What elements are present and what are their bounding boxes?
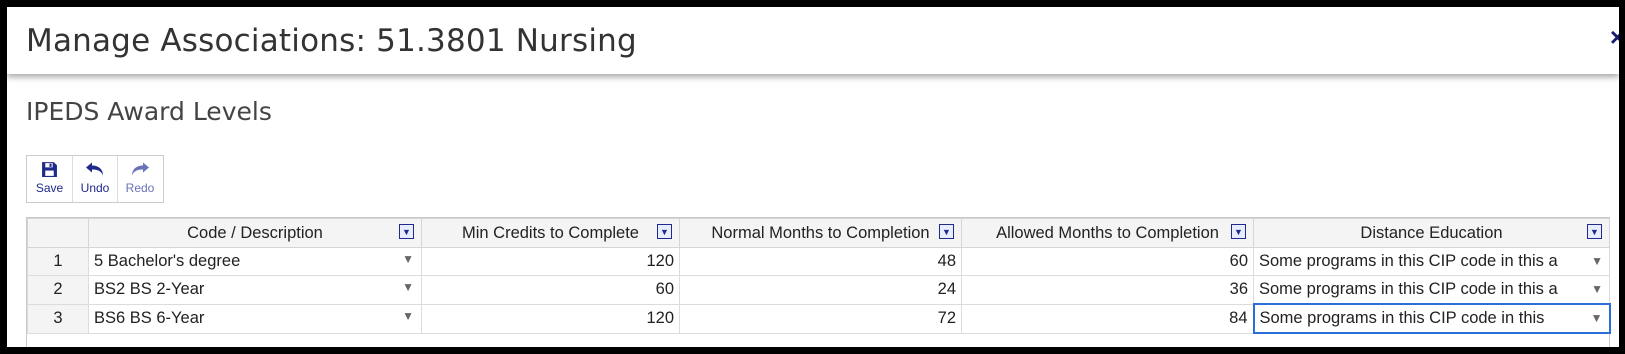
redo-button[interactable]: Redo [117, 156, 162, 202]
normal-months-cell[interactable]: 24 [679, 275, 962, 305]
code-cell[interactable]: 5 Bachelor's degree ▼ [88, 247, 422, 276]
distance-value: Some programs in this CIP code in this a [1259, 252, 1558, 270]
column-header-code[interactable]: Code / Description ▼ [88, 218, 422, 248]
code-value: BS6 BS 6-Year [94, 309, 205, 327]
filter-dropdown-icon[interactable]: ▼ [1231, 224, 1246, 239]
undo-button[interactable]: Undo [72, 156, 117, 202]
column-header-label: Normal Months to Completion [711, 223, 930, 242]
dialog-title: Manage Associations: 51.3801 Nursing [26, 23, 637, 59]
dropdown-triangle-icon[interactable]: ▼ [1591, 311, 1603, 325]
column-header-distance[interactable]: Distance Education ▼ [1253, 218, 1610, 248]
redo-label: Redo [125, 181, 155, 195]
distance-education-cell[interactable]: Some programs in this CIP code in this a… [1253, 247, 1610, 276]
manage-associations-dialog: Manage Associations: 51.3801 Nursing × I… [7, 7, 1619, 347]
dialog-header: Manage Associations: 51.3801 Nursing × [7, 7, 1619, 74]
row-number: 2 [27, 275, 89, 305]
column-header-label: Allowed Months to Completion [996, 223, 1219, 242]
close-icon[interactable]: × [1610, 22, 1619, 53]
column-header-label: Distance Education [1360, 223, 1503, 242]
allowed-months-cell[interactable]: 36 [961, 275, 1254, 305]
column-header-label: Min Credits to Complete [462, 223, 639, 242]
dropdown-triangle-icon[interactable]: ▼ [1591, 282, 1603, 296]
dropdown-triangle-icon[interactable]: ▼ [402, 280, 414, 294]
save-button[interactable]: Save [27, 156, 72, 202]
filter-dropdown-icon[interactable]: ▼ [399, 224, 414, 239]
filter-dropdown-icon[interactable]: ▼ [939, 224, 954, 239]
distance-education-cell-selected[interactable]: Some programs in this CIP code in this ▼ [1252, 303, 1611, 334]
min-credits-cell[interactable]: 60 [421, 275, 680, 305]
undo-label: Undo [80, 181, 110, 195]
distance-education-cell[interactable]: Some programs in this CIP code in this a… [1253, 275, 1610, 305]
floppy-disk-icon [42, 162, 57, 177]
undo-arrow-icon [86, 162, 103, 176]
dropdown-triangle-icon[interactable]: ▼ [1591, 254, 1603, 268]
section-title: IPEDS Award Levels [26, 97, 272, 126]
table-row[interactable]: 3 BS6 BS 6-Year ▼ 120 72 84 Some programs… [27, 303, 1611, 334]
redo-arrow-icon [132, 162, 149, 176]
column-header-min-credits[interactable]: Min Credits to Complete ▼ [421, 218, 680, 248]
code-cell[interactable]: BS6 BS 6-Year ▼ [88, 303, 422, 334]
grid-toolbar: Save Undo Redo [26, 155, 164, 203]
min-credits-cell[interactable]: 120 [421, 303, 680, 334]
table-row[interactable]: 2 BS2 BS 2-Year ▼ 60 24 36 Some programs … [27, 275, 1610, 305]
allowed-months-cell[interactable]: 60 [961, 247, 1254, 276]
column-header-rownum [27, 218, 89, 248]
min-credits-cell[interactable]: 120 [421, 247, 680, 276]
column-header-allowed-months[interactable]: Allowed Months to Completion ▼ [961, 218, 1254, 248]
dropdown-triangle-icon[interactable]: ▼ [402, 252, 414, 266]
dropdown-triangle-icon[interactable]: ▼ [402, 309, 414, 323]
code-value: 5 Bachelor's degree [94, 252, 241, 270]
filter-dropdown-icon[interactable]: ▼ [657, 224, 672, 239]
distance-value: Some programs in this CIP code in this [1259, 309, 1545, 327]
table-row[interactable]: 1 5 Bachelor's degree ▼ 120 48 60 Some pr… [27, 247, 1610, 276]
allowed-months-cell[interactable]: 84 [961, 303, 1254, 334]
column-header-label: Code / Description [187, 223, 323, 242]
column-header-normal-months[interactable]: Normal Months to Completion ▼ [679, 218, 962, 248]
row-number: 1 [27, 247, 89, 276]
save-label: Save [35, 181, 64, 195]
row-number: 3 [27, 303, 89, 334]
award-levels-grid: Code / Description ▼ Min Credits to Compl… [26, 217, 1611, 347]
filter-dropdown-icon[interactable]: ▼ [1587, 224, 1602, 239]
grid-header-row: Code / Description ▼ Min Credits to Compl… [27, 218, 1610, 248]
normal-months-cell[interactable]: 48 [679, 247, 962, 276]
normal-months-cell[interactable]: 72 [679, 303, 962, 334]
code-cell[interactable]: BS2 BS 2-Year ▼ [88, 275, 422, 305]
code-value: BS2 BS 2-Year [94, 280, 205, 299]
distance-value: Some programs in this CIP code in this a [1259, 280, 1558, 298]
